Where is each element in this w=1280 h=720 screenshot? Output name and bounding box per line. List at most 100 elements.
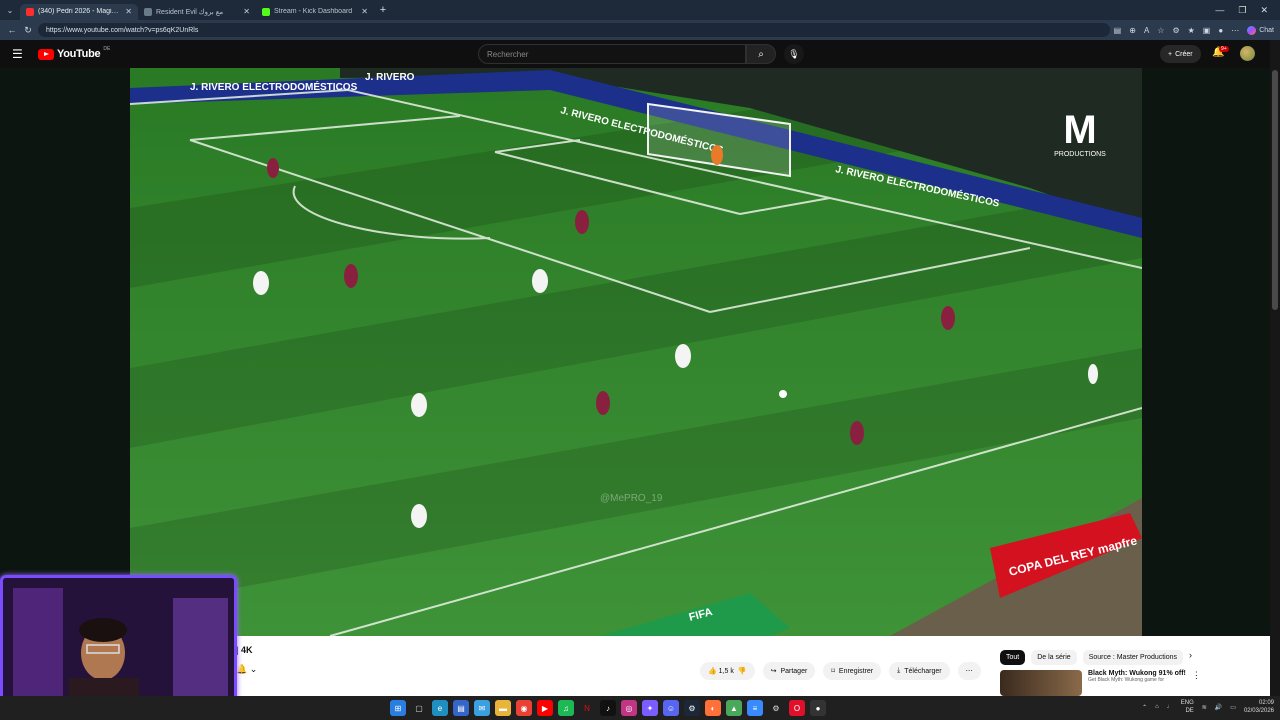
like-dislike-group: 👍 1,5 k 👎 [700, 662, 755, 680]
netflix-icon[interactable]: N [579, 700, 595, 716]
app-icon[interactable]: ▲ [726, 700, 742, 716]
tiktok-icon[interactable]: ♪ [600, 700, 616, 716]
video-title: | 4K [236, 645, 253, 655]
chip-source[interactable]: Source : Master Productions [1082, 650, 1184, 665]
search-placeholder: Rechercher [487, 49, 529, 59]
download-label: Télécharger [904, 667, 942, 675]
plus-icon: + [1168, 50, 1173, 58]
chip-all[interactable]: Tout [1000, 650, 1026, 665]
back-icon[interactable]: ← [6, 25, 18, 35]
url-field[interactable]: https://www.youtube.com/watch?v=ps6qK2Un… [38, 23, 1110, 37]
search-button[interactable]: ⌕ [746, 44, 776, 64]
brand-logo-text: PRODUCTIONS [1054, 151, 1106, 158]
edge-browser-icon[interactable]: e [432, 700, 448, 716]
save-label: Enregistrer [838, 667, 874, 675]
video-player[interactable]: J. RIVERO ELECTRODOMÉSTICOS J. RIVERO J.… [130, 68, 1142, 636]
browser-tab-strip: ⌄ (340) Pedri 2026 - Magical Sk ✕ Reside… [0, 0, 1280, 20]
extensions-icon[interactable]: ⚙ [1172, 26, 1179, 35]
chips-next-chevron-icon[interactable]: › [1189, 650, 1192, 665]
firefox-icon[interactable]: ◐ [705, 700, 721, 716]
avatar[interactable] [1240, 46, 1255, 61]
read-aloud-icon[interactable]: A [1144, 26, 1149, 35]
webcam-feed [3, 578, 234, 709]
start-windows-icon[interactable]: ⊞ [390, 700, 406, 716]
discord-icon[interactable]: ☺ [663, 700, 679, 716]
steam-icon[interactable]: ⚙ [684, 700, 700, 716]
tab-close-icon[interactable]: ✕ [125, 7, 132, 16]
football [779, 390, 787, 398]
collections-icon[interactable]: ▣ [1203, 26, 1211, 35]
obs-icon[interactable]: ● [810, 700, 826, 716]
tab-youtube[interactable]: (340) Pedri 2026 - Magical Sk ✕ [20, 3, 138, 20]
page-scrollbar[interactable] [1270, 40, 1280, 696]
tray-overflow-icon[interactable]: ⌃ [1142, 704, 1147, 711]
opera-icon[interactable]: O [789, 700, 805, 716]
language-indicator[interactable]: ENG DE [1181, 699, 1194, 715]
like-button[interactable]: 👍 1,5 k [708, 667, 734, 675]
task-view-icon[interactable]: ▢ [411, 700, 427, 716]
notes-icon[interactable]: ≡ [747, 700, 763, 716]
tab-kick-dashboard[interactable]: Stream - Kick Dashboard ✕ [256, 4, 374, 20]
battery-icon[interactable]: ▭ [1230, 704, 1236, 711]
share-icon: ↪ [770, 668, 777, 675]
spotify-icon[interactable]: ♫ [558, 700, 574, 716]
recommendation-thumbnail[interactable] [1000, 670, 1082, 696]
clock[interactable]: 02:09 02/03/2026 [1244, 699, 1274, 715]
tab-actions-icon[interactable]: ⌄ [0, 6, 20, 15]
favorite-star-icon[interactable]: ☆ [1157, 26, 1164, 35]
instagram-icon[interactable]: ◎ [621, 700, 637, 716]
voice-search-button[interactable]: 🎙 [784, 44, 804, 64]
subscription-bell-button[interactable]: 🔔 ⌄ [236, 664, 257, 675]
mail-icon[interactable]: ✉ [474, 700, 490, 716]
recommended-item[interactable]: Black Myth: Wukong 91% off! Get Black My… [1000, 670, 1201, 696]
wifi-icon[interactable]: ≋ [1202, 704, 1207, 711]
split-screen-icon[interactable]: ▤ [1114, 26, 1122, 35]
tab-close-icon[interactable]: ✕ [361, 7, 368, 16]
create-button[interactable]: + Créer [1160, 45, 1201, 63]
language-code: ENG [1180, 700, 1194, 706]
chrome-icon[interactable]: ◉ [516, 700, 532, 716]
dislike-button[interactable]: 👎 [738, 667, 747, 675]
mic-tray-icon[interactable]: ♩ [1167, 704, 1173, 710]
goalkeeper [711, 145, 723, 165]
more-menu-icon[interactable]: ⋯ [1231, 26, 1239, 35]
tab-favicon-icon [144, 7, 152, 16]
minimize-icon[interactable]: — [1215, 5, 1224, 16]
recommendation-subtitle: Get Black Myth: Wukong game for [1088, 677, 1165, 683]
settings-icon[interactable]: ⚙ [768, 700, 784, 716]
scrollbar-thumb[interactable] [1272, 70, 1278, 310]
profile-icon[interactable]: ● [1218, 26, 1223, 35]
youtube-logo[interactable]: YouTube DE [38, 46, 110, 60]
network-icon[interactable]: ⌂ [1155, 704, 1159, 710]
address-bar-row: ← ↻ https://www.youtube.com/watch?v=ps6q… [0, 20, 1280, 40]
search-input[interactable]: Rechercher [478, 44, 746, 64]
files-folder-icon[interactable]: ▬ [495, 700, 511, 716]
streamer-webcam-overlay [0, 575, 237, 712]
more-actions-button[interactable]: ⋯ [957, 662, 981, 680]
thumbs-down-icon: 👎 [737, 668, 747, 675]
favorites-icon[interactable]: ★ [1188, 26, 1195, 35]
volume-icon[interactable]: 🔊 [1215, 704, 1222, 711]
new-tab-button[interactable]: + [374, 4, 392, 16]
refresh-icon[interactable]: ↻ [22, 25, 34, 36]
chip-series[interactable]: De la série [1031, 650, 1077, 665]
tab-close-icon[interactable]: ✕ [243, 7, 250, 16]
address-bar-icons: ▤ ⊕ A ☆ ⚙ ★ ▣ ● ⋯ Chat [1114, 25, 1274, 35]
save-button[interactable]: ⌑ Enregistrer [823, 662, 882, 680]
menu-hamburger-icon[interactable]: ☰ [12, 47, 32, 61]
download-icon: ⤓ [897, 667, 901, 674]
download-button[interactable]: ⤓ Télécharger [889, 662, 950, 680]
video-watermark: @MePRO_19 [600, 493, 663, 504]
restore-icon[interactable]: ❐ [1238, 5, 1246, 16]
store-icon[interactable]: ▤ [453, 700, 469, 716]
close-window-icon[interactable]: ✕ [1260, 5, 1268, 16]
copilot-chat-button[interactable]: Chat [1247, 25, 1274, 35]
tab-resident-evil[interactable]: Resident Evil مع بروك ✕ [138, 4, 256, 20]
zoom-icon[interactable]: ⊕ [1129, 26, 1136, 35]
thumbs-up-icon: 👍 [708, 668, 717, 675]
share-button[interactable]: ↪ Partager [762, 662, 816, 680]
youtube-icon[interactable]: ▶ [537, 700, 553, 716]
recommendation-menu-icon[interactable]: ⋮ [1192, 670, 1201, 696]
messenger-icon[interactable]: ✦ [642, 700, 658, 716]
share-label: Partager [780, 667, 808, 675]
